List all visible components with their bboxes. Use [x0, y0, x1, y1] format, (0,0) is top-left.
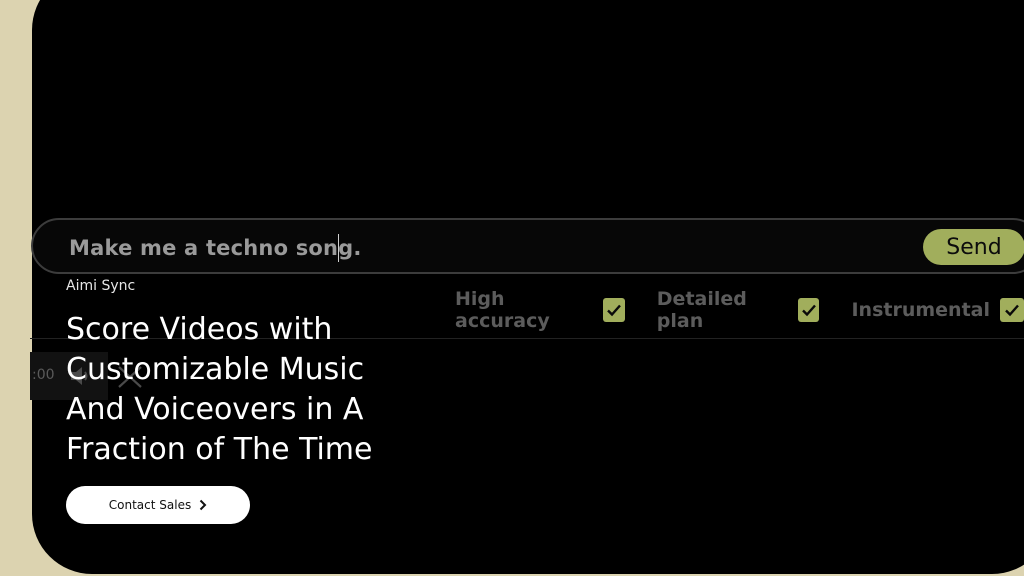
chevron-right-icon — [200, 499, 207, 511]
player-time: :00 — [32, 367, 55, 383]
option-label: Instrumental — [851, 299, 990, 321]
checkbox-checked-icon[interactable] — [797, 298, 820, 322]
brand-label: Aimi Sync — [66, 278, 136, 294]
prompt-input[interactable] — [67, 232, 871, 264]
checkbox-checked-icon[interactable] — [1000, 298, 1024, 322]
option-instrumental[interactable]: Instrumental — [851, 298, 1024, 322]
generation-options: High accuracy Detailed plan Instrumental — [455, 288, 1024, 332]
option-high-accuracy[interactable]: High accuracy — [455, 288, 625, 332]
contact-sales-button[interactable]: Contact Sales — [66, 486, 250, 524]
send-button[interactable]: Send — [923, 229, 1024, 265]
option-label: Detailed plan — [656, 288, 747, 332]
hero-headline: Score Videos with Customizable Music And… — [66, 312, 373, 467]
text-caret — [338, 234, 339, 262]
option-label: High accuracy — [455, 288, 550, 332]
prompt-bar: Send — [31, 218, 1024, 274]
contact-sales-label: Contact Sales — [108, 498, 192, 512]
checkbox-checked-icon[interactable] — [602, 298, 625, 322]
option-detailed-plan[interactable]: Detailed plan — [657, 288, 820, 332]
